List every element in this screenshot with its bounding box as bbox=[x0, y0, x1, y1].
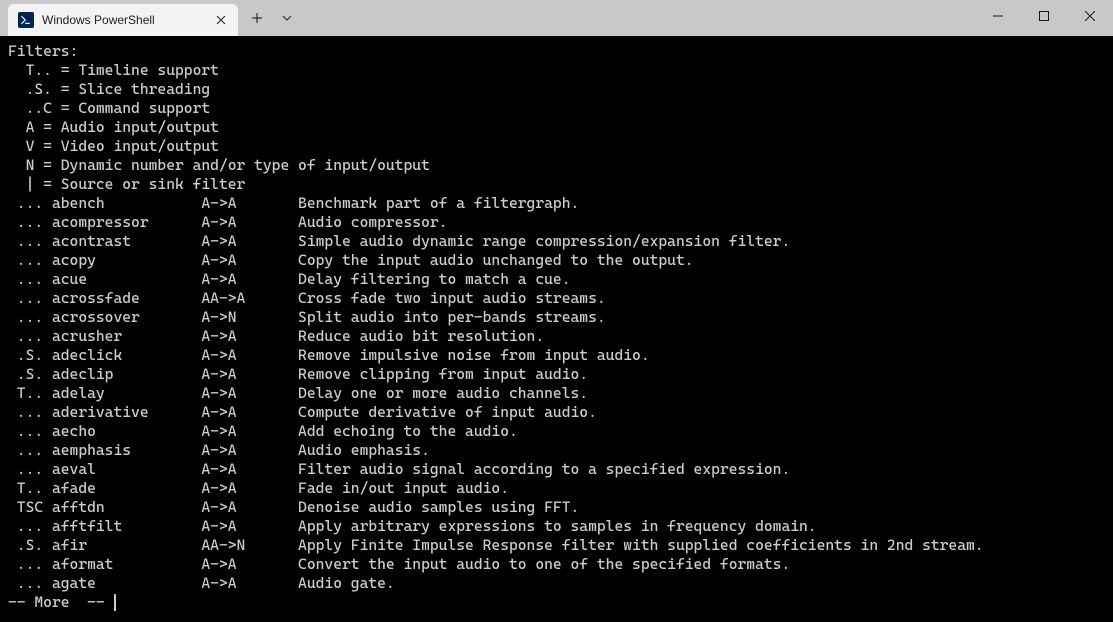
new-tab-button[interactable] bbox=[242, 3, 272, 33]
minimize-button[interactable] bbox=[975, 0, 1021, 32]
pager-more-prompt[interactable]: -- More -- bbox=[8, 593, 113, 611]
window-controls bbox=[975, 0, 1113, 32]
close-button[interactable] bbox=[1067, 0, 1113, 32]
window-titlebar: Windows PowerShell bbox=[0, 0, 1113, 36]
text-cursor bbox=[114, 594, 116, 611]
terminal-output[interactable]: Filters: T.. = Timeline support .S. = Sl… bbox=[0, 36, 1113, 622]
tab-close-button[interactable] bbox=[212, 11, 230, 29]
tab-dropdown-button[interactable] bbox=[272, 3, 302, 33]
maximize-button[interactable] bbox=[1021, 0, 1067, 32]
tab-powershell[interactable]: Windows PowerShell bbox=[8, 4, 238, 36]
tab-title: Windows PowerShell bbox=[42, 13, 212, 27]
powershell-icon bbox=[18, 12, 34, 28]
tab-strip: Windows PowerShell bbox=[0, 0, 302, 36]
